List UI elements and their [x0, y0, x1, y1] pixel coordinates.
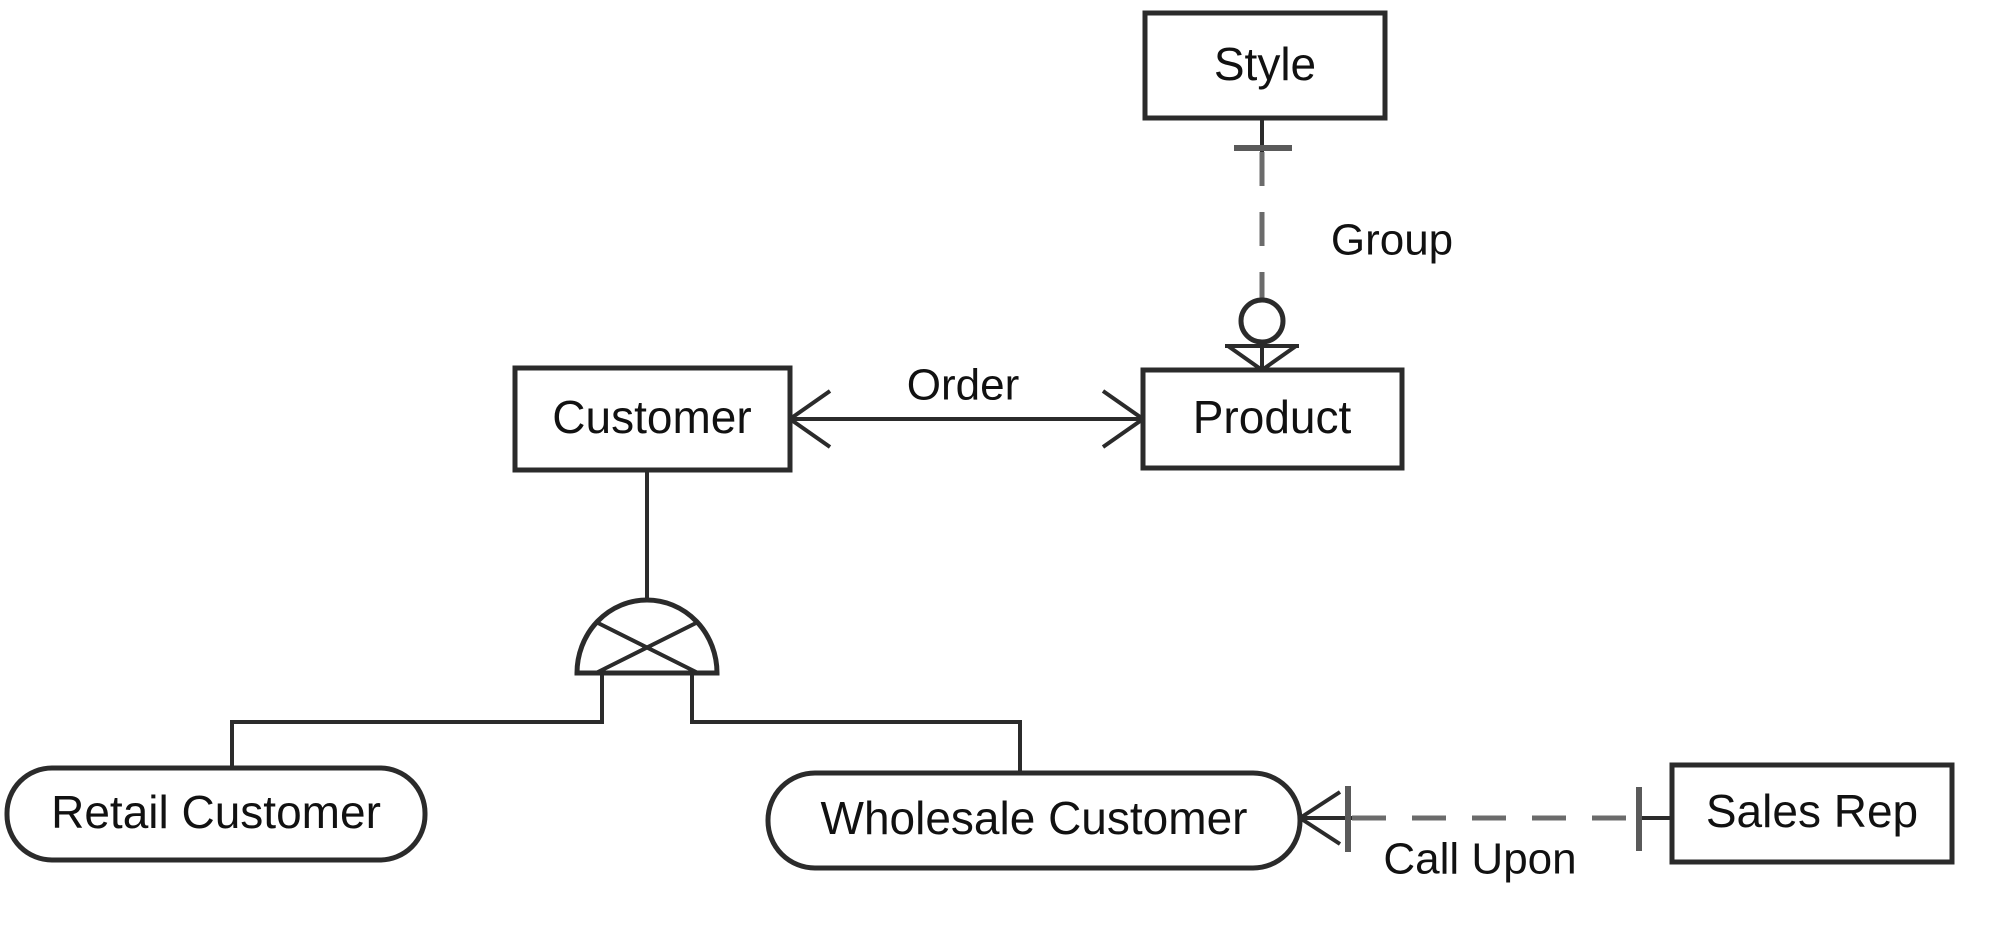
- entity-wholesale-customer-label: Wholesale Customer: [821, 792, 1248, 844]
- entity-product[interactable]: Product: [1140, 367, 1405, 471]
- entity-retail-customer-label: Retail Customer: [51, 786, 381, 838]
- entity-product-label: Product: [1193, 391, 1352, 443]
- cardinality-zero-or-many-product-end: [1225, 297, 1299, 372]
- exclusive-subtype-symbol: [574, 597, 720, 676]
- subtype-arc-icon: [574, 597, 720, 676]
- entity-retail-customer[interactable]: Retail Customer: [4, 765, 428, 863]
- er-diagram-svg: Style Product Customer Retail Customer W…: [4, 10, 1955, 884]
- entity-sales-rep[interactable]: Sales Rep: [1669, 762, 1955, 865]
- crow-foot-icon: [1298, 790, 1342, 846]
- cardinality-many-customer-end: [788, 389, 832, 449]
- entity-style[interactable]: Style: [1142, 10, 1388, 121]
- entity-sales-rep-label: Sales Rep: [1706, 785, 1918, 837]
- branch-to-retail-customer: [230, 673, 604, 770]
- zero-circle-icon: [1238, 297, 1286, 345]
- cardinality-many-product-end: [1101, 389, 1145, 449]
- relationship-label-call-upon: Call Upon: [1383, 835, 1576, 884]
- relationship-label-order: Order: [907, 361, 1019, 410]
- entity-style-label: Style: [1214, 38, 1316, 90]
- entity-customer-label: Customer: [552, 391, 751, 443]
- branch-to-wholesale-customer: [690, 673, 1022, 774]
- crow-foot-icon: [1101, 389, 1145, 449]
- relationship-label-group: Group: [1331, 216, 1453, 265]
- crow-foot-icon: [788, 389, 832, 449]
- entity-wholesale-customer[interactable]: Wholesale Customer: [765, 770, 1303, 871]
- subtype-branch-lines: [230, 673, 1022, 774]
- crow-foot-icon: [1226, 344, 1298, 372]
- er-diagram-canvas: Style Product Customer Retail Customer W…: [0, 0, 1991, 930]
- entity-customer[interactable]: Customer: [512, 365, 793, 473]
